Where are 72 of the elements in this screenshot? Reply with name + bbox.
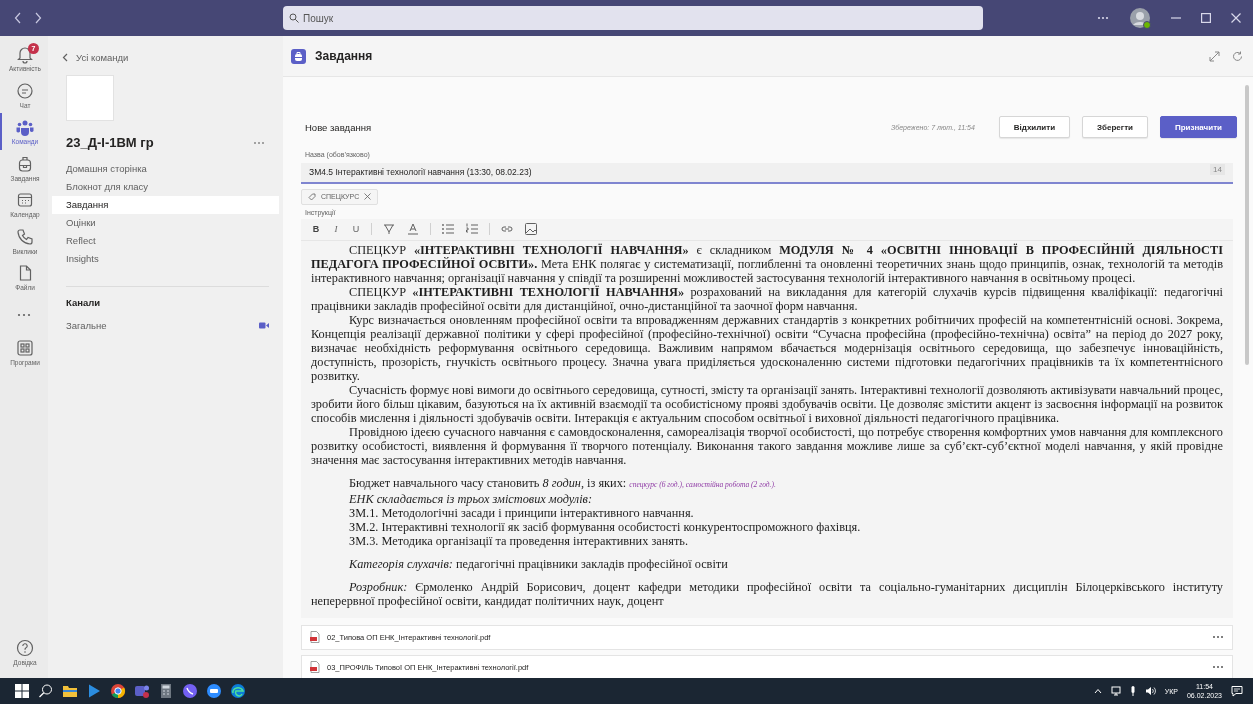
bold-button[interactable]: B <box>311 224 321 234</box>
refresh-icon[interactable] <box>1232 50 1243 62</box>
instructions-paragraph: Провідною ідеєю сучасного навчання є самовдосконалення, самореалізація творчої особистості, що потребує створення комфортних умов навчання для комплексного розвитку особистості, виявлення й формування її творчого потенціалу. Виконання такого завдання можливе лише за суб’єкт-суб’єктної моделі навчання, у якій провідне значення має застосування інтерактивних методів навчання. <box>311 424 1223 467</box>
apps-icon <box>15 337 35 358</box>
expand-icon[interactable] <box>1209 50 1220 62</box>
more-icon[interactable] <box>17 312 31 317</box>
underline-button[interactable]: U <box>351 224 361 234</box>
chrome-taskbar-icon[interactable] <box>110 683 126 699</box>
team-nav-item[interactable]: Завдання <box>52 196 279 214</box>
instructions-line: ЕНК складається із трьох змістових модулів: <box>348 491 594 506</box>
calls-icon <box>15 226 35 247</box>
team-nav-item[interactable]: Оцінки <box>52 214 279 232</box>
chevron-up-icon[interactable] <box>1093 688 1102 694</box>
channel-item[interactable]: Загальне <box>66 320 107 331</box>
microphone-icon[interactable] <box>1129 686 1136 696</box>
media-taskbar-icon[interactable] <box>86 683 102 699</box>
help-icon <box>15 637 35 658</box>
team-nav-item[interactable]: Домашня сторінка <box>52 160 279 178</box>
edge-taskbar-icon[interactable] <box>230 683 246 699</box>
avatar[interactable] <box>1129 7 1151 29</box>
instructions-paragraph: СПЕЦКУР «ІНТЕРАКТИВНІ ТЕХНОЛОГІЇ НАВЧАННЯ» є складником МОДУЛЯ № 4 «ОСВІТНІ ІННОВАЦІЇ В ПРОФЕСІЙНІЙ ДІЯЛЬНОСТІ ПЕДАГОГА ПРОФЕСІЙНОЇ ОСВІТИ». Мета ЕНК полягає у систематизації, поглибленні та оновленні теоретичних знань щодо принципів, ознак, технологій та методів інтерактивного навчання; організації навчання у співдії та розширенні можливостей застосування технологій інтерактивного навчання в освітньому процесі. <box>311 242 1223 285</box>
instructions-paragraph: Сучасність формує нові вимоги до освітнього середовища, сутності, змісту та організації занять. Інтерактивні технології дозволяють активізувати навчальний процес, зробити його більш цікавим, базуються на їх активній взаємодії та особистісному прояві здобувачів освіти. Це дозволяє змістити акцент із засвоєння інформації на розвиток способів мислення і діяльності здобувачів освіти. Інтеракція є актуальним способом освітньої і виховної діяльності педагогічного працівника. <box>311 382 1223 425</box>
search-icon <box>289 13 299 23</box>
chat-icon <box>15 80 35 101</box>
instructions-line: ЗМ.1. Методологічні засади і принципи інтерактивного навчання. <box>348 505 695 520</box>
team-name: 23_Д-І-1ВМ гр <box>66 135 154 150</box>
notifications-icon[interactable] <box>1231 685 1243 697</box>
bullets-icon[interactable] <box>441 222 455 236</box>
calculator-taskbar-icon[interactable] <box>158 683 174 699</box>
image-icon[interactable] <box>524 222 538 236</box>
instructions-paragraph: СПЕЦКУР «ІНТЕРАКТИВНІ ТЕХНОЛОГІЇ НАВЧАННЯ» розрахований на викладання для категорій слухачів курсів підвищення кваліфікації: педагогічні працівники закладів професійної освіти для дистанційної, очно-дистанційної та заочної форм навчання. <box>311 284 1223 313</box>
instructions-line: ЗМ.2. Інтерактивні технології як засіб формування особистості конкурентоспроможного фахівця. <box>348 519 862 534</box>
instructions-line: Категорія слухачів: педагогічні працівники закладів професійної освіти <box>348 556 729 571</box>
back-link[interactable]: Усі команди <box>76 52 129 63</box>
form-heading: Нове завдання <box>305 121 372 133</box>
budget-text: Бюджет навчального часу становить 8 годин, із яких: <box>349 475 627 490</box>
font-color-icon[interactable] <box>406 222 420 236</box>
maximize-icon[interactable] <box>1201 13 1211 23</box>
tag-icon <box>308 192 316 201</box>
search-field[interactable]: Пошук <box>283 6 983 30</box>
close-icon[interactable] <box>1231 13 1241 23</box>
action-button[interactable]: Відхилити <box>998 116 1071 138</box>
windows-taskbar-icon[interactable] <box>14 683 30 699</box>
italic-button[interactable]: I <box>331 224 341 234</box>
instructions-paragraph: Розробник: Єрмоленко Андрій Борисович, доцент кафедри методики професійної освіти та соціально-гуманітарних дисциплін Білоцерківського інституту неперервної професійної освіти, кандидат політичних наук, доцент <box>311 579 1223 608</box>
network-icon[interactable] <box>1110 686 1121 696</box>
instructions-paragraph: Курс визначається оновленням професійної освіти та впровадженням державних стандартів з конкретних робітничих професій на компетентнісній основі. Зокрема, Концепція реалізації державної політики у сфері професійної (професійно-технічної) освіти “Сучасна професійна (професійно-технічна) освіта” на період до 2027 року, визначає необхідність реформування освітнього середовища. Важливим напрямом вбачається модернізація освітнього середовища, що забезпечує інноваційність, доступність, прозорість, гнучкість освітнього процесу. Значна увага приділяється удосконаленню системи підготовки педагогічних працівників та їх компетентнісного розвитку. <box>311 312 1223 383</box>
assign-button[interactable]: Призначити <box>1160 116 1237 138</box>
meeting-taskbar-icon[interactable] <box>206 683 222 699</box>
teams-taskbar-icon[interactable] <box>134 683 150 699</box>
team-nav-item[interactable]: Блокнот для класу <box>52 178 279 196</box>
pdf-file-icon <box>310 661 320 673</box>
app-title: Завдання <box>315 49 373 63</box>
more-icon[interactable] <box>1212 665 1224 669</box>
forward-icon[interactable] <box>34 12 42 24</box>
action-button[interactable]: Зберегти <box>1082 116 1148 138</box>
character-counter: 14 <box>1210 164 1225 175</box>
pdf-file-icon <box>310 631 320 643</box>
channels-heading: Канали <box>65 297 102 308</box>
instructions-line: ЗМ.3. Методика організації та проведення інтерактивних занять. <box>348 533 689 548</box>
explorer-taskbar-icon[interactable] <box>62 683 78 699</box>
team-nav-item[interactable]: Insights <box>52 250 279 268</box>
bell-icon <box>15 44 35 65</box>
scrollbar[interactable] <box>1245 85 1249 365</box>
back-icon[interactable] <box>62 53 68 62</box>
more-icon[interactable] <box>1097 16 1109 20</box>
viber-taskbar-icon[interactable] <box>182 683 198 699</box>
remove-icon[interactable] <box>364 193 372 200</box>
team-nav-item[interactable]: Reflect <box>52 232 279 250</box>
speaker-icon[interactable] <box>1144 686 1156 696</box>
more-icon[interactable] <box>1212 635 1224 639</box>
search-taskbar-icon[interactable] <box>38 683 54 699</box>
